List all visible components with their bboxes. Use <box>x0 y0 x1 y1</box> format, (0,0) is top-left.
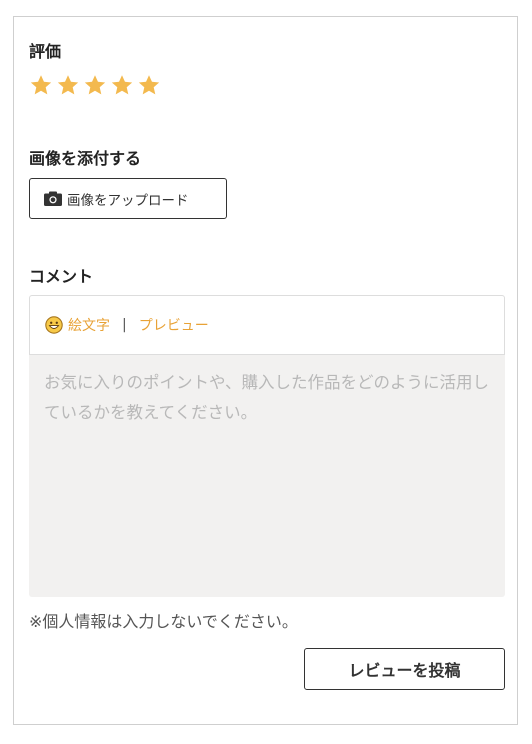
attach-title: 画像を添付する <box>29 149 142 168</box>
preview-button[interactable]: プレビュー <box>139 315 209 335</box>
toolbar-separator: | <box>122 317 127 333</box>
camera-icon <box>44 191 62 206</box>
editor-toolbar: 絵文字 | プレビュー <box>29 295 505 355</box>
comment-editor: 絵文字 | プレビュー <box>29 295 505 597</box>
star-icon[interactable] <box>137 73 161 97</box>
upload-image-button[interactable]: 画像をアップロード <box>29 178 227 219</box>
star-icon[interactable] <box>83 73 107 97</box>
emoji-button[interactable]: 絵文字 <box>45 315 110 335</box>
emoji-label: 絵文字 <box>68 318 110 334</box>
smile-icon <box>45 316 63 334</box>
rating-title: 評価 <box>29 42 62 61</box>
star-rating[interactable] <box>29 73 161 97</box>
submit-review-button[interactable]: レビューを投稿 <box>304 648 505 690</box>
privacy-notice: ※個人情報は入力しないでください。 <box>29 612 298 631</box>
comment-title: コメント <box>29 267 94 286</box>
star-icon[interactable] <box>110 73 134 97</box>
comment-textarea[interactable] <box>29 355 505 597</box>
upload-image-label: 画像をアップロード <box>67 192 189 209</box>
review-form-panel: 評価 画像を添付する 画像をアップロード コメント 絵文字 | プレビュー ※個… <box>13 16 518 725</box>
star-icon[interactable] <box>29 73 53 97</box>
star-icon[interactable] <box>56 73 80 97</box>
